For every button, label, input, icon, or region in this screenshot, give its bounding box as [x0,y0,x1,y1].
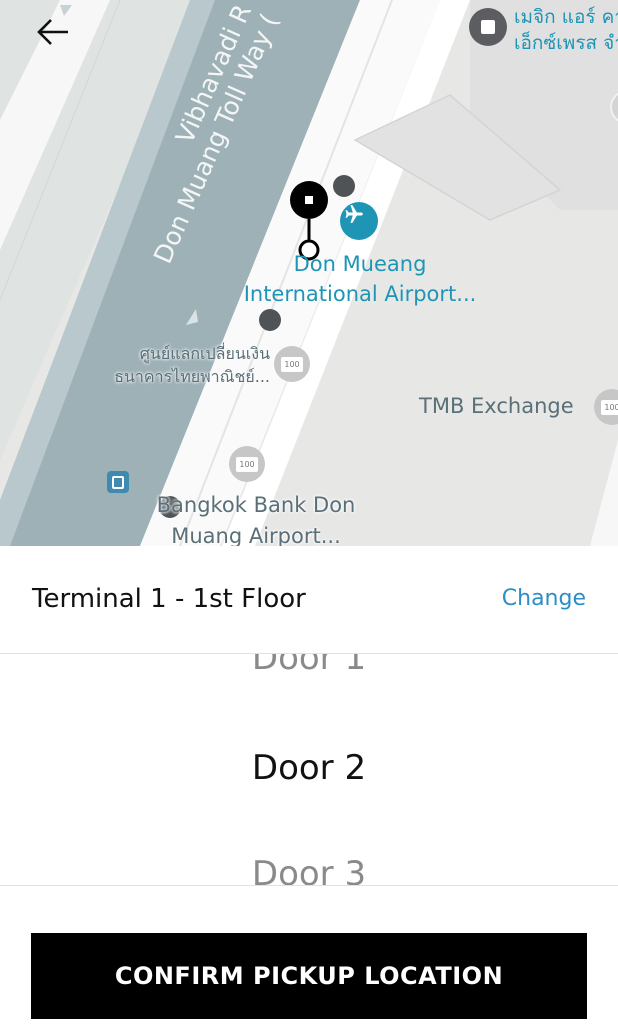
picker-option-selected[interactable]: Door 2 [0,748,618,788]
location-title: Terminal 1 - 1st Floor [32,584,306,614]
back-arrow-icon [37,19,68,45]
location-bar: Terminal 1 - 1st Floor Change [0,546,618,654]
money-badge-text: 100 [281,356,303,372]
money-badge-text: 100 [601,399,618,415]
picker-option-previous[interactable]: Door 1 [0,654,618,678]
confirm-pickup-button[interactable]: CONFIRM PICKUP LOCATION [31,933,587,1019]
poi-label-top[interactable]: เมจิก แอร์ คา เอ็กซ์เพรส จำ [514,4,618,56]
airport-icon[interactable] [340,202,378,240]
footer: CONFIRM PICKUP LOCATION [0,885,618,1024]
airport-label-line2: International Airport... [243,282,477,306]
money-exchange-icon[interactable]: 100 [229,446,265,482]
tmb-exchange-label[interactable]: TMB Exchange [419,394,574,418]
bus-stop-icon[interactable] [107,471,129,493]
door-picker[interactable]: Door 1 Door 2 Door 3 [0,654,618,885]
scb-exchange-label-line2: ธนาคารไทยพาณิชย์... [114,367,270,386]
bangkok-bank-label-line1: Bangkok Bank Don [156,493,356,517]
poi-label-top-line2: เอ็กซ์เพรส จำ [514,32,618,54]
back-button[interactable] [36,18,88,62]
airport-label-line1: Don Mueang [293,252,427,276]
bangkok-bank-label-line2: Muang Airport... [171,524,341,546]
change-link[interactable]: Change [502,586,586,611]
picker-option-next[interactable]: Door 3 [0,854,618,885]
money-badge-text: 100 [236,456,258,472]
bangkok-bank-label[interactable]: Bangkok Bank Don Muang Airport... [138,490,374,546]
map-view[interactable]: Vibhavadi R Don Muang Toll Way ( เมจิก แ… [0,0,618,546]
money-exchange-icon[interactable]: 100 [274,346,310,382]
scb-exchange-label[interactable]: ศูนย์แลกเปลี่ยนเงิน ธนาคารไทยพาณิชย์... [74,342,270,388]
poi-label-top-line1: เมจิก แอร์ คา [514,6,618,28]
airport-label[interactable]: Don Mueang International Airport... [238,249,482,309]
shop-icon[interactable] [469,8,507,46]
scb-exchange-label-line1: ศูนย์แลกเปลี่ยนเงิน [139,344,270,363]
